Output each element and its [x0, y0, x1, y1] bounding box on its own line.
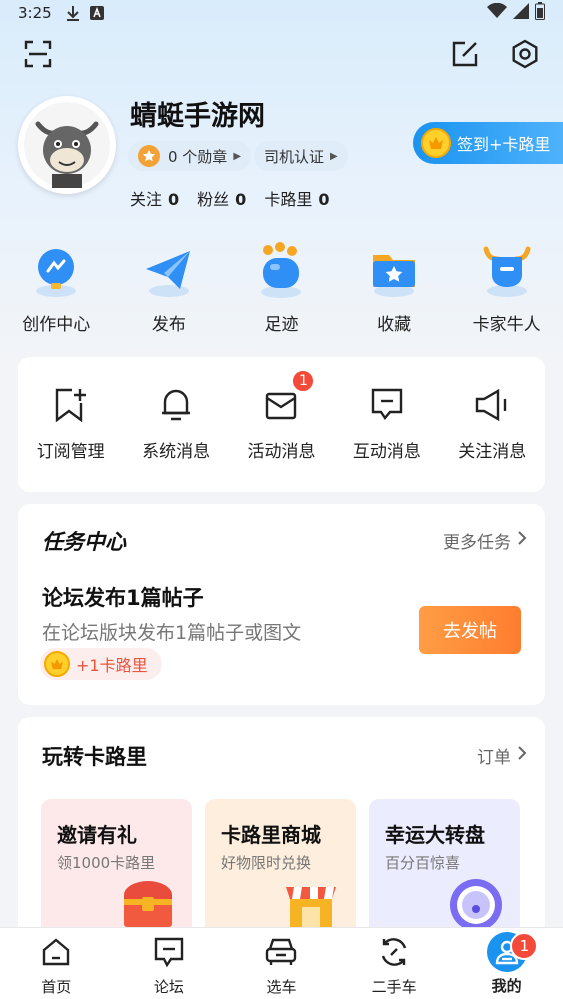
profile-stats: 关注 0 粉丝 0 卡路里 0	[130, 186, 329, 210]
driver-cert-pill[interactable]: 司机认证 ▶	[254, 141, 348, 171]
download-icon	[66, 5, 80, 21]
status-bar: 3:25	[0, 0, 563, 26]
msg-system[interactable]: 系统消息	[123, 385, 228, 462]
signin-button[interactable]: 签到+卡路里	[413, 122, 563, 164]
msg-follow[interactable]: 关注消息	[440, 385, 545, 462]
crown-coin-icon	[421, 128, 451, 158]
msg-subscription[interactable]: 订阅管理	[18, 385, 123, 462]
calorie-section-title: 玩转卡路里	[42, 745, 147, 769]
tab-forum[interactable]: 论坛	[113, 928, 226, 999]
tab-profile[interactable]: 1 我的	[450, 928, 563, 999]
chevron-right-icon	[517, 530, 527, 551]
badges-pill[interactable]: 0 个勋章 ▶	[128, 141, 252, 171]
speaker-icon	[472, 385, 512, 425]
bookmark-add-icon	[51, 385, 91, 425]
chat-bubble-icon	[367, 385, 407, 425]
badges-label: 0 个勋章	[168, 147, 228, 166]
go-post-button[interactable]: 去发帖	[419, 606, 521, 654]
settings-icon[interactable]	[507, 36, 543, 72]
task-description: 在论坛版块发布1篇帖子或图文	[42, 622, 302, 644]
username: 蜻蜓手游网	[130, 101, 265, 132]
status-time: 3:25	[18, 4, 52, 22]
stat-following[interactable]: 关注 0	[130, 186, 179, 210]
chevron-right-icon	[517, 745, 527, 766]
battery-icon	[535, 2, 545, 24]
bell-icon	[156, 385, 196, 425]
bottom-tab-bar: 首页 论坛 选车 二手车 1 我的	[0, 927, 563, 999]
signal-icon	[513, 3, 529, 23]
envelope-icon: 1	[261, 369, 316, 425]
edit-icon[interactable]	[447, 36, 483, 72]
messages-card: 订阅管理 系统消息 1 活动消息 互动消息 关注消息	[18, 357, 545, 492]
profile-tab-badge: 1	[510, 932, 539, 960]
footprint-icon	[252, 242, 310, 300]
signin-label: 签到+卡路里	[457, 135, 551, 154]
msg-interaction[interactable]: 互动消息	[334, 385, 439, 462]
more-tasks-link[interactable]: 更多任务	[443, 528, 527, 553]
quick-publish[interactable]: 发布	[113, 242, 226, 335]
forum-icon	[151, 934, 187, 970]
creator-center-icon	[27, 242, 85, 300]
tab-used-car[interactable]: 二手车	[338, 928, 451, 999]
folder-star-icon	[365, 242, 423, 300]
promo-invite[interactable]: 邀请有礼 领1000卡路里	[41, 799, 192, 939]
tab-car[interactable]: 选车	[225, 928, 338, 999]
quick-footprint[interactable]: 足迹	[225, 242, 338, 335]
caret-right-icon: ▶	[233, 150, 242, 162]
wifi-icon	[487, 2, 507, 23]
calorie-section-card: 玩转卡路里 订单 邀请有礼 领1000卡路里 卡路里商城 好物限时兑换 幸运大转…	[18, 717, 545, 947]
orders-link[interactable]: 订单	[477, 743, 527, 768]
task-center-title: 任务中心	[42, 530, 126, 554]
task-reward: +1卡路里	[40, 648, 162, 680]
home-icon	[38, 934, 74, 970]
paper-plane-icon	[140, 242, 198, 300]
keyboard-a-icon	[89, 6, 104, 20]
quick-bull-people[interactable]: 卡家牛人	[450, 242, 563, 335]
used-car-icon	[376, 934, 412, 970]
scan-icon[interactable]	[20, 36, 56, 72]
medal-icon	[138, 145, 160, 167]
driver-cert-label: 司机认证	[264, 147, 325, 166]
bull-icon	[478, 242, 536, 300]
header-toolbar	[0, 36, 563, 76]
quick-favorites[interactable]: 收藏	[338, 242, 451, 335]
shop-icon	[282, 877, 340, 933]
tab-home[interactable]: 首页	[0, 928, 113, 999]
task-title: 论坛发布1篇帖子	[42, 586, 204, 610]
car-icon	[263, 934, 299, 970]
task-center-card: 任务中心 更多任务 论坛发布1篇帖子 在论坛版块发布1篇帖子或图文 +1卡路里 …	[18, 504, 545, 705]
quick-creator-center[interactable]: 创作中心	[0, 242, 113, 335]
promo-lucky-wheel[interactable]: 幸运大转盘 百分百惊喜	[369, 799, 520, 939]
promo-store[interactable]: 卡路里商城 好物限时兑换	[205, 799, 356, 939]
bull-avatar-icon	[24, 102, 110, 188]
avatar[interactable]	[18, 96, 116, 194]
activity-badge: 1	[291, 369, 316, 393]
treasure-chest-icon	[120, 877, 176, 931]
stat-calories[interactable]: 卡路里 0	[264, 186, 329, 210]
quick-actions: 创作中心 发布 足迹 收藏 卡家牛人	[0, 242, 563, 335]
stat-fans[interactable]: 粉丝 0	[197, 186, 246, 210]
caret-right-icon: ▶	[330, 150, 338, 162]
crown-coin-icon	[44, 651, 70, 677]
msg-activity[interactable]: 1 活动消息	[229, 369, 334, 462]
